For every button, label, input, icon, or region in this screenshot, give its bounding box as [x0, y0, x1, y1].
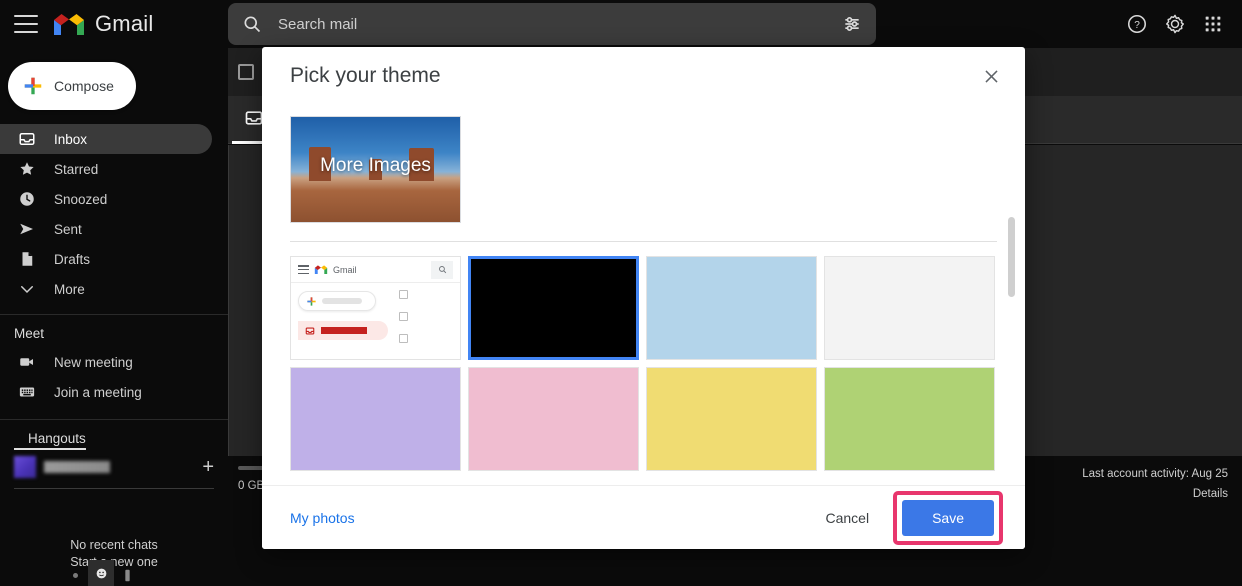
mini-inbox-icon: [305, 327, 315, 334]
mini-checkbox-icon: [399, 290, 408, 299]
save-button[interactable]: Save: [902, 499, 994, 536]
mini-compose-button: [298, 291, 376, 311]
cancel-button[interactable]: Cancel: [811, 501, 883, 535]
mini-brand-label: Gmail: [333, 264, 357, 275]
dialog-divider: [290, 241, 997, 242]
mini-hamburger-icon: [298, 265, 309, 274]
theme-swatch-yellow-theme[interactable]: [646, 367, 817, 471]
close-icon[interactable]: [975, 60, 1007, 92]
dialog-footer: My photos Cancel Save: [262, 485, 1025, 549]
mini-search-icon: [431, 260, 453, 279]
gmail-app-window: Gmail ?: [0, 0, 1242, 586]
dialog-title: Pick your theme: [290, 64, 441, 87]
more-images-thumbnail[interactable]: More Images: [290, 116, 461, 223]
dialog-header: Pick your theme: [262, 47, 1025, 105]
theme-swatch-white-theme[interactable]: [824, 256, 995, 360]
mini-checkbox-icon: [399, 334, 408, 343]
mini-inbox-row: [298, 321, 388, 340]
mini-checkbox-icon: [399, 312, 408, 321]
my-photos-link[interactable]: My photos: [290, 510, 355, 526]
theme-swatch-pink-theme[interactable]: [468, 367, 639, 471]
theme-swatch-black-theme[interactable]: [468, 256, 639, 360]
theme-swatch-grid: Gmail: [290, 256, 997, 471]
dialog-body: More Images Gmail: [262, 105, 1025, 485]
dialog-scrollbar[interactable]: [1008, 217, 1015, 297]
mini-gmail-logo-icon: [314, 265, 328, 275]
save-button-highlight-ring: Save: [893, 490, 1003, 545]
theme-swatch-lavender-theme[interactable]: [290, 367, 461, 471]
pick-theme-dialog: Pick your theme More Images Gmail My pho…: [262, 47, 1025, 549]
theme-swatch-green-theme[interactable]: [824, 367, 995, 471]
more-images-label: More Images: [320, 155, 431, 176]
theme-swatch-light-blue-theme[interactable]: [646, 256, 817, 360]
mini-plus-icon: [307, 296, 316, 306]
theme-swatch-gmail-light-preview[interactable]: Gmail: [290, 256, 461, 360]
